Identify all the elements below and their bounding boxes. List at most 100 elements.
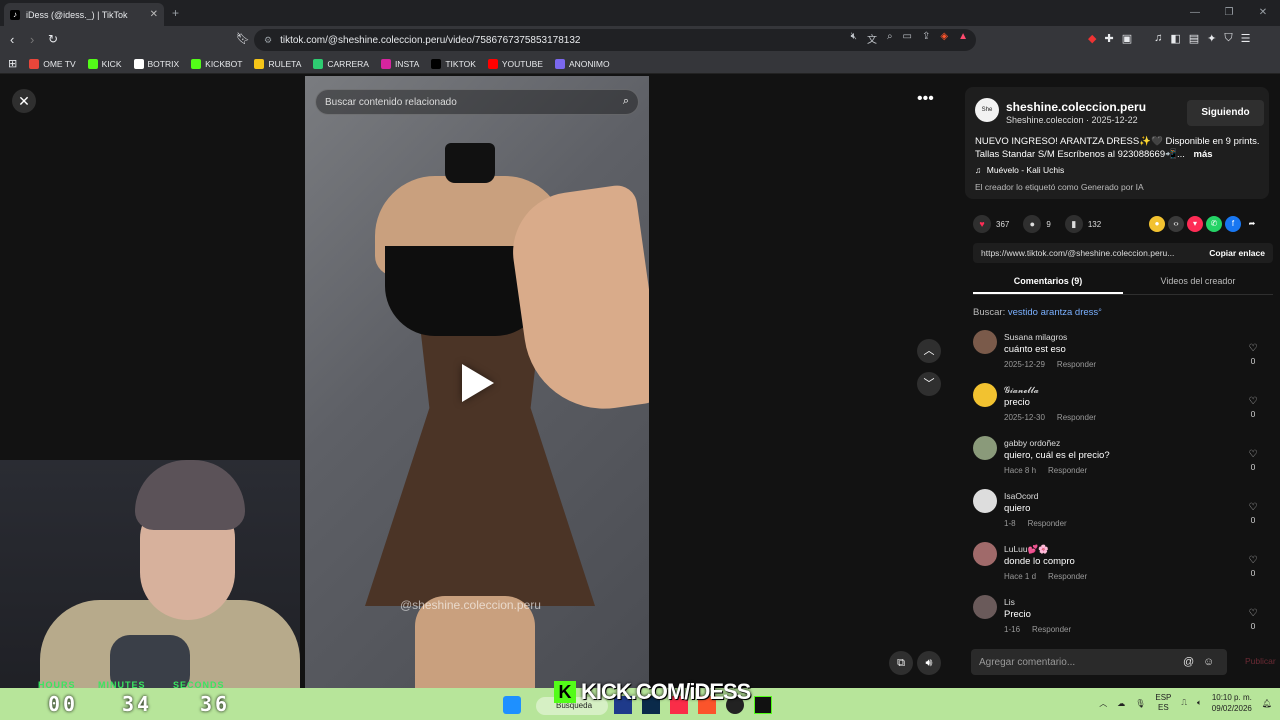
close-tab-icon[interactable]: ✕ <box>150 9 158 20</box>
whatsapp-icon[interactable]: ✆ <box>1206 216 1222 232</box>
search-suggestion[interactable]: Buscar: vestido arantza dress⌕ <box>973 307 1102 318</box>
previous-video-button[interactable]: ︿ <box>917 339 941 363</box>
commenter-avatar[interactable] <box>973 383 997 407</box>
cloud-icon[interactable]: ☁ <box>1117 699 1125 708</box>
mention-icon[interactable]: @ <box>1183 656 1194 668</box>
commenter-avatar[interactable] <box>973 436 997 460</box>
reload-icon[interactable]: ↻ <box>48 32 58 46</box>
rewards-icon[interactable]: ▲ <box>958 31 968 46</box>
emoji-icon[interactable]: ☺ <box>1203 656 1214 668</box>
publish-button[interactable]: Publicar <box>1245 656 1276 666</box>
commenter-avatar[interactable] <box>973 330 997 354</box>
bookmark-carrera[interactable]: CARRERA <box>313 58 369 69</box>
close-video-button[interactable]: ✕ <box>12 89 36 113</box>
network-icon[interactable]: ⎍ <box>1181 698 1187 708</box>
mic-icon[interactable]: 🎙︎ <box>1135 699 1145 708</box>
screenshot-icon[interactable]: ▣ <box>1122 32 1132 45</box>
volume-button[interactable]: 🔊︎ <box>917 651 941 675</box>
minimize-icon[interactable]: — <box>1178 0 1212 26</box>
commenter-name[interactable]: gabby ordoñez <box>1004 438 1060 448</box>
comment-like-icon[interactable]: ♡ <box>1247 502 1259 513</box>
bookmark-youtube[interactable]: YOUTUBE <box>487 58 543 69</box>
share-icon[interactable]: ⇪ <box>922 31 930 46</box>
mute-icon[interactable]: 🔇︎ <box>851 31 857 46</box>
language-indicator[interactable]: ESP ES <box>1155 693 1171 713</box>
search-term-link[interactable]: vestido arantza dress <box>1008 307 1098 318</box>
reply-button[interactable]: Responder <box>1048 572 1087 581</box>
comment-like-icon[interactable]: ♡ <box>1247 343 1259 354</box>
site-info-icon[interactable]: ⚙ <box>264 35 272 46</box>
creator-username[interactable]: sheshine.coleccion.peru <box>1006 100 1146 114</box>
search-icon[interactable]: ⌕ <box>623 95 629 108</box>
following-button[interactable]: Siguiendo <box>1187 100 1264 126</box>
extension-red-icon[interactable]: ◆ <box>1088 32 1096 45</box>
bookmark-kick[interactable]: KICK <box>87 58 122 69</box>
leo-icon[interactable]: ✦ <box>1207 32 1216 45</box>
comment-like-icon[interactable]: ♡ <box>1247 555 1259 566</box>
commenter-name[interactable]: IsaOcord <box>1004 491 1039 501</box>
comment-stat[interactable]: ● 9 <box>1023 215 1051 233</box>
comment-like-icon[interactable]: ♡ <box>1247 449 1259 460</box>
bookmark-botrix[interactable]: BOTRIX <box>133 58 179 69</box>
heart-icon[interactable]: ♥ <box>973 215 991 233</box>
comment-like-icon[interactable]: ♡ <box>1247 396 1259 407</box>
post-link[interactable]: https://www.tiktok.com/@sheshine.colecci… <box>973 248 1201 258</box>
music-icon[interactable]: ♫ <box>1154 32 1162 45</box>
back-icon[interactable]: ‹ <box>10 32 14 47</box>
notification-icon[interactable]: 🔔︎ <box>1262 699 1272 708</box>
related-search-input[interactable]: Buscar contenido relacionado ⌕ <box>315 89 639 115</box>
embed-icon[interactable]: ‹› <box>1168 216 1184 232</box>
creator-avatar[interactable]: She Shine <box>975 98 999 137</box>
bookmark-insta[interactable]: INSTA <box>380 58 419 69</box>
play-icon[interactable] <box>462 364 494 402</box>
wallet-icon[interactable]: ▤ <box>1189 32 1199 45</box>
commenter-avatar[interactable] <box>973 489 997 513</box>
browser-tab[interactable]: ♪ iDess (@idess._) | TikTok ✕ <box>4 3 164 26</box>
extensions-icon[interactable]: ✚ <box>1104 32 1113 45</box>
brave-shield-icon[interactable]: ◈ <box>940 31 948 46</box>
next-video-button[interactable]: ﹀ <box>917 372 941 396</box>
restore-icon[interactable]: ❐ <box>1212 0 1246 26</box>
copy-link-button[interactable]: Copiar enlace <box>1201 248 1273 258</box>
reply-button[interactable]: Responder <box>1048 466 1087 475</box>
reply-button[interactable]: Responder <box>1032 625 1071 634</box>
commenter-name[interactable]: Lis <box>1004 597 1015 607</box>
bookmark-kickbot[interactable]: KICKBOT <box>191 58 242 69</box>
speaker-icon[interactable]: 🔈︎ <box>1197 698 1202 708</box>
floating-player-button[interactable]: ⧉ <box>889 651 913 675</box>
clock[interactable]: 10:10 p. m. 09/02/2026 <box>1212 692 1252 714</box>
commenter-name[interactable]: LuLuu💕🌸 <box>1004 544 1049 555</box>
new-tab-icon[interactable]: + <box>172 6 179 20</box>
comment-like-icon[interactable]: ♡ <box>1247 608 1259 619</box>
kick-app-icon[interactable] <box>754 696 772 714</box>
forward-icon[interactable]: › <box>30 32 34 47</box>
coin-icon[interactable]: ● <box>1149 216 1165 232</box>
save-stat[interactable]: ▮ 132 <box>1064 215 1101 233</box>
translate-icon[interactable]: 文 <box>867 31 877 46</box>
reply-button[interactable]: Responder <box>1057 413 1096 422</box>
commenter-name[interactable]: Susana milagros <box>1004 332 1067 342</box>
zoom-icon[interactable]: ⌕ <box>887 31 893 46</box>
reply-button[interactable]: Responder <box>1028 519 1067 528</box>
tab-comments[interactable]: Comentarios (9) <box>973 269 1123 294</box>
menu-icon[interactable]: ☰ <box>1241 32 1251 45</box>
bookmark-save-icon[interactable]: ▮ <box>1064 215 1083 233</box>
bookmark-ome-tv[interactable]: OME TV <box>29 58 76 69</box>
window-close-icon[interactable]: ✕ <box>1246 0 1280 26</box>
cast-icon[interactable]: ▭ <box>903 31 912 46</box>
bookmark-tiktok[interactable]: TIKTOK <box>431 58 476 69</box>
more-link[interactable]: más <box>1194 149 1213 160</box>
bookmark-ruleta[interactable]: RULETA <box>254 58 301 69</box>
url-bar[interactable]: ⚙ tiktok.com/@sheshine.coleccion.peru/vi… <box>254 29 976 51</box>
vpn-icon[interactable]: ⛉ <box>1224 32 1232 45</box>
add-comment-input[interactable]: Agregar comentario... @ ☺ <box>971 649 1227 675</box>
tray-chevron-icon[interactable]: ︿ <box>1099 698 1107 709</box>
bookmark-icon[interactable]: 🔖︎ <box>236 32 250 45</box>
reply-button[interactable]: Responder <box>1057 360 1096 369</box>
commenter-avatar[interactable] <box>973 595 997 619</box>
share-arrow-icon[interactable]: ➦ <box>1244 216 1260 232</box>
bookmark-anonimo[interactable]: ANONIMO <box>554 58 610 69</box>
apps-icon[interactable]: ⊞ <box>8 57 17 70</box>
send-icon[interactable]: ▾ <box>1187 216 1203 232</box>
commenter-name[interactable]: 𝓖𝓲𝓪𝓷𝓮𝓵𝓵𝓪 <box>1004 385 1039 396</box>
